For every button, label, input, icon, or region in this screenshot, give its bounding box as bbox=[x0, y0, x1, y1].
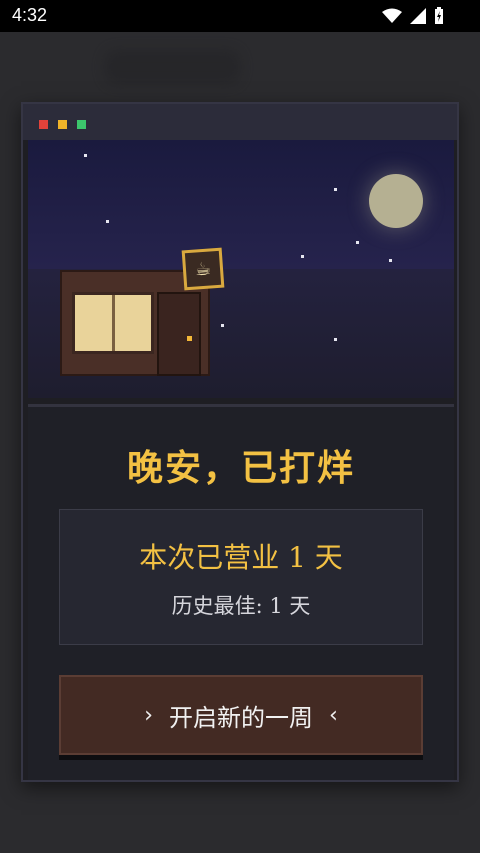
headline: 晚安，已打烊 bbox=[126, 448, 355, 489]
moon bbox=[369, 174, 423, 228]
night-scene: ☕ bbox=[28, 140, 454, 398]
signal-icon bbox=[410, 8, 426, 24]
star bbox=[356, 241, 359, 244]
wifi-icon bbox=[382, 8, 402, 23]
coffee-cup-icon: ☕ bbox=[181, 247, 225, 291]
lit-window bbox=[72, 292, 154, 354]
star bbox=[334, 188, 337, 191]
start-new-week-button[interactable]: › 开启新的一周 ‹ bbox=[59, 675, 423, 755]
window-minimize-dot bbox=[58, 120, 67, 129]
chevron-left-icon: ‹ bbox=[327, 702, 341, 728]
stats-box: 本次已营业 1 天 历史最佳: 1 天 bbox=[59, 509, 423, 645]
star bbox=[334, 338, 337, 341]
window-close-dot bbox=[39, 120, 48, 129]
game-window: ☕ 晚安，已打烊 本次已营业 1 天 历史最佳: 1 天 › 开启新的一周 ‹ bbox=[21, 102, 459, 782]
days-open: 本次已营业 1 天 bbox=[139, 541, 343, 574]
star bbox=[221, 324, 224, 327]
window-titlebar bbox=[23, 104, 457, 140]
star bbox=[106, 220, 109, 223]
star bbox=[84, 154, 87, 157]
button-label: 开启新的一周 bbox=[169, 703, 313, 732]
background-blur bbox=[105, 50, 240, 84]
battery-charging-icon bbox=[435, 7, 443, 24]
star bbox=[301, 255, 304, 258]
door-knob bbox=[187, 336, 192, 341]
status-icons bbox=[382, 7, 444, 25]
star bbox=[389, 259, 392, 262]
result-panel: 晚安，已打烊 本次已营业 1 天 历史最佳: 1 天 › 开启新的一周 ‹ bbox=[28, 404, 454, 780]
window-maximize-dot bbox=[77, 120, 86, 129]
shop-door bbox=[157, 292, 201, 376]
status-time: 4:32 bbox=[12, 5, 48, 25]
status-bar: 4:32 bbox=[0, 0, 480, 32]
best-record: 历史最佳: 1 天 bbox=[171, 594, 311, 618]
chevron-right-icon: › bbox=[141, 702, 155, 728]
